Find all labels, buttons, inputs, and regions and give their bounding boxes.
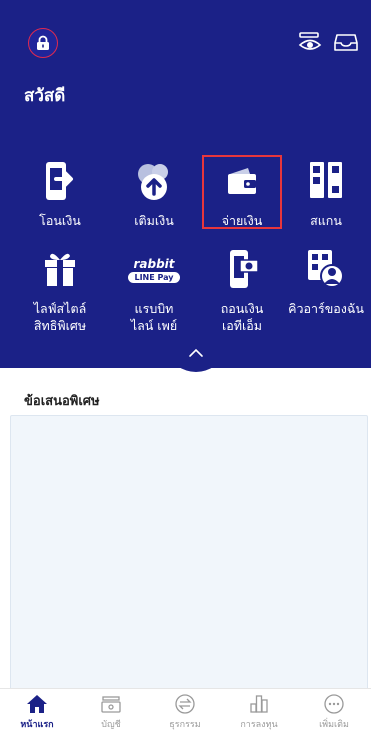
scan-menu[interactable]: สแกน — [282, 158, 370, 229]
transfer-menu[interactable]: โอนเงิน — [16, 158, 104, 229]
transaction-icon — [175, 694, 195, 714]
menu-label: คิวอาร์ของฉัน — [288, 301, 364, 316]
atm-withdraw-icon — [230, 250, 259, 288]
nav-home[interactable]: หน้าแรก — [0, 693, 74, 731]
menu-label: แรบบิท ไลน์ เพย์ — [130, 301, 178, 333]
account-icon — [101, 696, 121, 713]
lifestyle-menu[interactable]: ไลฟ์สไตล์ สิทธิพิเศษ — [16, 246, 104, 334]
nav-label: เพิ่มเติม — [319, 720, 349, 730]
rabbit-linepay-icon: rabbit LINE Pay — [110, 246, 198, 294]
rabbit-linepay-menu[interactable]: rabbit LINE Pay แรบบิท ไลน์ เพย์ — [110, 246, 198, 334]
more-icon — [324, 694, 344, 714]
nav-transaction[interactable]: ธุรกรรม — [148, 693, 222, 731]
phone-transfer-icon — [46, 162, 73, 200]
scan-icon — [310, 162, 342, 198]
home-icon — [27, 695, 47, 713]
topup-menu[interactable]: เติมเงิน — [110, 158, 198, 229]
highlight-box — [202, 155, 282, 229]
nav-label: การลงทุน — [240, 720, 278, 730]
menu-label: ไลฟ์สไตล์ สิทธิพิเศษ — [33, 301, 87, 333]
header-curve — [0, 360, 371, 372]
nav-investment[interactable]: การลงทุน — [222, 693, 296, 731]
lock-button[interactable] — [28, 28, 58, 58]
my-qr-icon — [308, 250, 344, 288]
menu-label: โอนเงิน — [39, 213, 81, 228]
greeting-text: สวัสดี — [24, 86, 66, 106]
chevron-up-icon[interactable] — [188, 348, 204, 358]
header-panel: สวัสดี โอนเงิน เติมเงิน จ่ายเงิน สแกน ไล… — [0, 0, 371, 368]
nav-label: บัญชี — [101, 720, 121, 730]
nav-account[interactable]: บัญชี — [74, 693, 148, 731]
menu-label: สแกน — [310, 213, 342, 228]
atm-withdraw-menu[interactable]: ถอนเงิน เอทีเอ็ม — [198, 246, 286, 334]
menu-label: ถอนเงิน เอทีเอ็ม — [220, 301, 264, 333]
nav-label: หน้าแรก — [20, 720, 54, 730]
bottom-nav: หน้าแรก บัญชี ธุรกรรม การลงทุน เพิ่มเติม — [0, 688, 371, 734]
topup-icon — [138, 164, 168, 200]
inbox-icon — [334, 34, 358, 51]
rabbit-logo-text: rabbit — [133, 257, 175, 271]
nav-label: ธุรกรรม — [169, 720, 201, 730]
nav-more[interactable]: เพิ่มเติม — [297, 693, 371, 731]
promo-section-title: ข้อเสนอพิเศษ — [24, 394, 100, 409]
hide-balance-button[interactable] — [296, 28, 324, 56]
gift-icon — [45, 253, 75, 286]
linepay-logo-text: LINE Pay — [128, 272, 180, 283]
promo-card[interactable] — [10, 415, 368, 705]
eye-card-icon — [298, 32, 322, 50]
inbox-button[interactable] — [332, 28, 360, 56]
menu-label: เติมเงิน — [134, 213, 174, 228]
investment-icon — [250, 695, 268, 713]
my-qr-menu[interactable]: คิวอาร์ของฉัน — [282, 246, 370, 317]
lock-icon — [37, 35, 49, 50]
